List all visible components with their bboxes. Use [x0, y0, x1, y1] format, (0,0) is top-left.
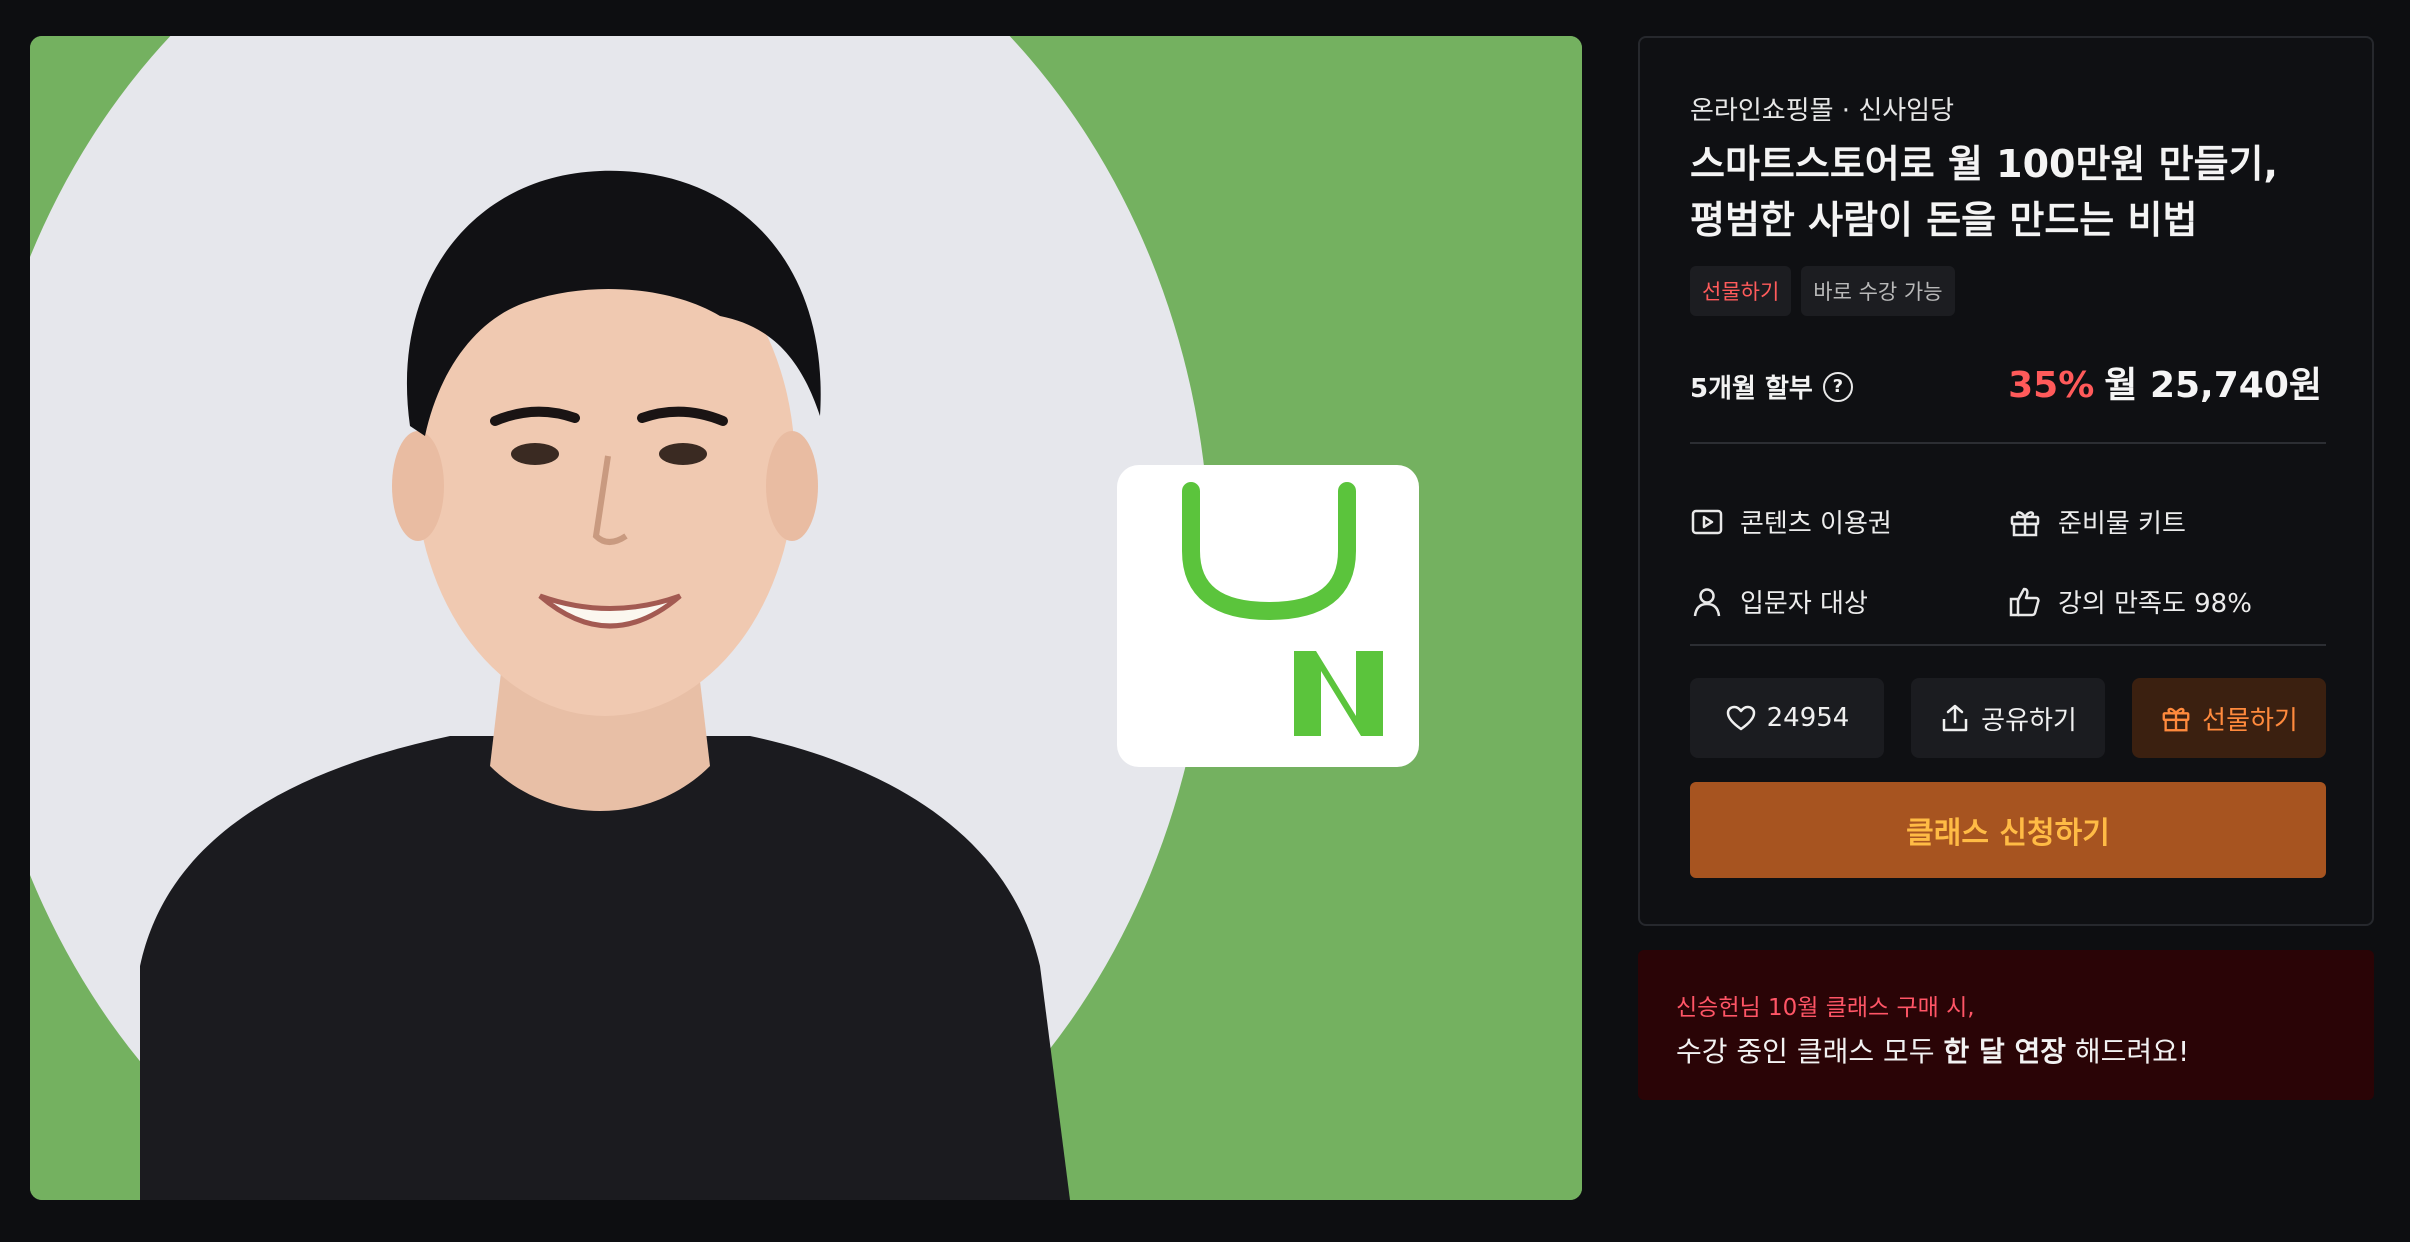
heart-icon — [1726, 705, 1755, 731]
like-button[interactable]: 24954 — [1690, 678, 1884, 758]
feature-label: 콘텐츠 이용권 — [1740, 509, 1892, 539]
feature-label: 준비물 키트 — [2058, 509, 2186, 539]
promo-message-suffix: 해드려요! — [2066, 1035, 2190, 1068]
naver-smartstore-logo — [1117, 465, 1419, 767]
play-icon — [1691, 509, 1723, 534]
installment-label: 5개월 할부 — [1690, 374, 1813, 404]
promo-banner[interactable]: 신승헌님 10월 클래스 구매 시, 수강 중인 클래스 모두 한 달 연장 해… — [1638, 950, 2374, 1100]
tag-gift: 선물하기 — [1690, 266, 1792, 316]
course-title-line1: 스마트스토어로 월 100만원 만들기, — [1690, 142, 2278, 186]
promo-message-prefix: 수강 중인 클래스 모두 — [1676, 1035, 1944, 1068]
course-purchase-card: 온라인쇼핑몰 · 신사임당 스마트스토어로 월 100만원 만들기, 평범한 사… — [1638, 36, 2374, 926]
divider — [1690, 442, 2326, 444]
share-label: 공유하기 — [1981, 705, 2077, 736]
promo-headline: 신승헌님 10월 클래스 구매 시, — [1676, 995, 1975, 1021]
feature-satisfaction: 강의 만족도 98% — [2008, 583, 2252, 620]
gift-icon — [2162, 707, 2190, 732]
feature-label: 강의 만족도 98% — [2058, 589, 2252, 619]
feature-content-pass: 콘텐츠 이용권 — [1690, 503, 1892, 540]
share-button[interactable]: 공유하기 — [1911, 678, 2105, 758]
feature-beginner: 입문자 대상 — [1690, 583, 1868, 620]
promo-message: 수강 중인 클래스 모두 한 달 연장 해드려요! — [1676, 1030, 2189, 1070]
user-icon — [1693, 587, 1721, 616]
course-hero-image — [30, 36, 1582, 1200]
help-icon[interactable]: ? — [1822, 371, 1853, 402]
course-title-line2: 평범한 사람이 돈을 만드는 비법 — [1690, 198, 2198, 242]
course-title: 스마트스토어로 월 100만원 만들기, 평범한 사람이 돈을 만드는 비법 — [1690, 136, 2330, 248]
feature-prep-kit: 준비물 키트 — [2008, 503, 2186, 540]
course-category: 온라인쇼핑몰 · 신사임당 — [1690, 96, 1954, 126]
thumbs-up-icon — [2009, 587, 2040, 616]
promo-message-highlight: 한 달 연장 — [1943, 1035, 2066, 1068]
apply-class-button[interactable]: 클래스 신청하기 — [1690, 782, 2326, 878]
course-tags: 선물하기 바로 수강 가능 — [1690, 266, 1955, 316]
share-icon — [1942, 704, 1968, 732]
gift-button[interactable]: 선물하기 — [2132, 678, 2326, 758]
tag-available-now: 바로 수강 가능 — [1801, 266, 1955, 316]
monthly-price: 월 25,740원 — [2104, 365, 2322, 406]
price-display: 35% 월 25,740원 — [2008, 356, 2322, 408]
gift-icon — [2010, 510, 2040, 536]
installment-info[interactable]: 5개월 할부 ? — [1690, 368, 1853, 405]
gift-label: 선물하기 — [2202, 705, 2298, 736]
divider — [1690, 644, 2326, 646]
feature-label: 입문자 대상 — [1740, 589, 1868, 619]
discount-percent: 35% — [2008, 365, 2095, 406]
hero-illustration — [30, 36, 1582, 1200]
like-count: 24954 — [1766, 703, 1850, 733]
